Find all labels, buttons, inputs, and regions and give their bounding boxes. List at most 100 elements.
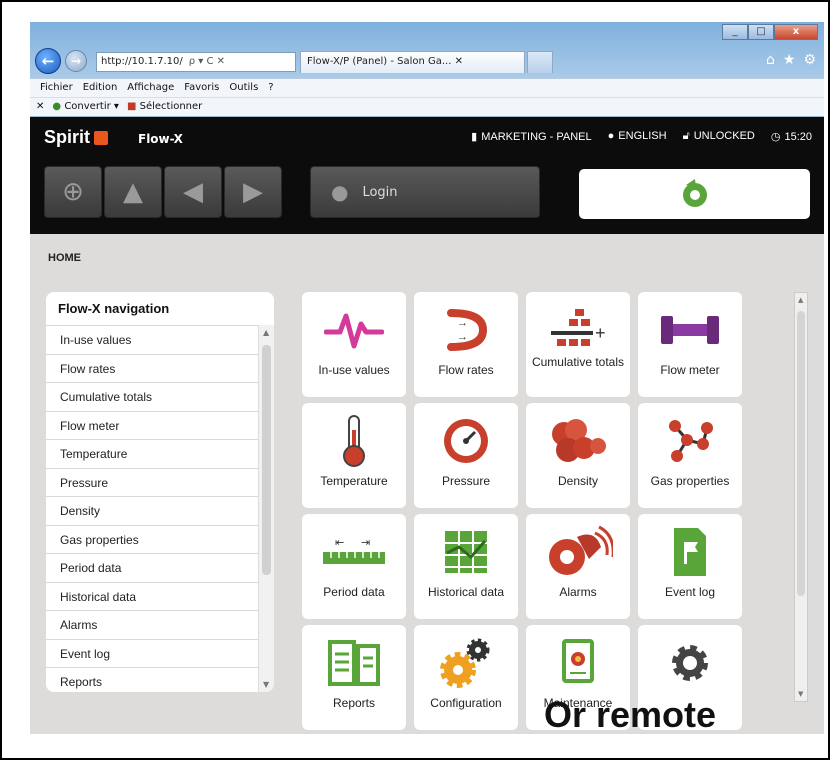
sidebar-item-temperature[interactable]: Temperature	[46, 439, 258, 468]
tile-cumulative-totals[interactable]: + Cumulative totals	[526, 292, 630, 397]
back-button[interactable]: ◀	[164, 166, 222, 218]
lock-label: UNLOCKED	[693, 130, 755, 142]
heartbeat-icon	[319, 302, 389, 358]
screenshot-frame: _ □ x ← → http://10.1.7.10/ ρ ▾ C ✕ Flow…	[0, 0, 830, 760]
arrow-up-icon: ▲	[123, 177, 143, 207]
historical-data-icon	[431, 524, 501, 580]
tile-flow-meter[interactable]: Flow meter	[638, 292, 742, 397]
address-bar[interactable]: http://10.1.7.10/ ρ ▾ C ✕	[96, 52, 296, 72]
globe-button[interactable]: ⊕	[44, 166, 102, 218]
sidebar-item-flow-meter[interactable]: Flow meter	[46, 410, 258, 440]
sidebar-item-reports[interactable]: Reports	[46, 667, 258, 692]
minimize-button[interactable]: _	[722, 24, 748, 40]
sidebar-item-historical-data[interactable]: Historical data	[46, 581, 258, 611]
sidebar-scrollbar[interactable]: ▲ ▼	[258, 325, 274, 692]
menu-affichage[interactable]: Affichage	[127, 79, 174, 97]
menu-help[interactable]: ?	[268, 79, 273, 97]
select-button[interactable]: ■ Sélectionner	[127, 98, 202, 116]
scroll-down-icon[interactable]: ▼	[263, 680, 269, 689]
forward-button[interactable]: ▶	[224, 166, 282, 218]
up-button[interactable]: ▲	[104, 166, 162, 218]
product-name: Flow-X	[138, 132, 183, 146]
sidebar-item-flow-rates[interactable]: Flow rates	[46, 353, 258, 383]
close-window-button[interactable]: x	[774, 24, 818, 40]
tile-label: Period data	[323, 585, 385, 599]
tile-density[interactable]: Density	[526, 403, 630, 508]
back-arrow-icon[interactable]: ←	[35, 48, 61, 74]
tile-historical-data[interactable]: Historical data	[414, 514, 518, 619]
login-button[interactable]: ● Login	[310, 166, 540, 218]
login-label: Login	[362, 184, 398, 200]
browser-toolbar-icons: ⌂ ★ ⚙	[766, 52, 816, 68]
tile-label: Pressure	[441, 474, 491, 488]
tile-configuration[interactable]: Configuration	[414, 625, 518, 730]
sidebar-item-density[interactable]: Density	[46, 496, 258, 525]
svg-text:+: +	[595, 323, 606, 343]
refresh-icon	[682, 179, 707, 207]
language-status[interactable]: ● ENGLISH	[608, 130, 667, 143]
panel-status: ▮ MARKETING - PANEL	[471, 130, 592, 143]
tile-reports[interactable]: Reports	[302, 625, 406, 730]
tile-alarms[interactable]: Alarms	[526, 514, 630, 619]
new-tab-button[interactable]	[527, 51, 553, 73]
sidebar-title: Flow-X navigation	[58, 301, 170, 316]
settings-gear-icon	[655, 635, 725, 691]
user-icon: ●	[331, 180, 349, 204]
flow-meter-icon	[655, 302, 725, 358]
menu-favoris[interactable]: Favoris	[184, 79, 219, 97]
tile-pressure[interactable]: Pressure	[414, 403, 518, 508]
thermometer-icon	[319, 413, 389, 469]
lock-status[interactable]: 🔓︎ UNLOCKED	[683, 130, 755, 143]
tile-event-log[interactable]: Event log	[638, 514, 742, 619]
breadcrumb[interactable]: HOME	[48, 252, 81, 264]
tools-gear-icon[interactable]: ⚙	[803, 52, 816, 68]
tab-close-icon[interactable]: ✕	[455, 56, 463, 67]
address-text: http://10.1.7.10/	[101, 56, 183, 67]
scroll-up-icon[interactable]: ▲	[263, 328, 269, 337]
overlay-caption: Or remote	[544, 694, 717, 735]
sidebar-item-in-use-values[interactable]: In-use values	[46, 325, 258, 354]
logo-text: Spirit	[44, 127, 91, 147]
forward-arrow-icon[interactable]: →	[65, 50, 87, 72]
clock-status: ◷ 15:20	[771, 130, 812, 143]
cumulative-totals-icon: +	[543, 302, 613, 358]
arrow-right-icon: ▶	[243, 177, 263, 207]
status-bar: ▮ MARKETING - PANEL ● ENGLISH 🔓︎ UNLOCKED ◷…	[471, 130, 812, 143]
sidebar-item-period-data[interactable]: Period data	[46, 553, 258, 582]
tile-temperature[interactable]: Temperature	[302, 403, 406, 508]
tile-gas-properties[interactable]: Gas properties	[638, 403, 742, 508]
browser-tab[interactable]: Flow-X/P (Panel) - Salon Ga... ✕	[300, 51, 525, 73]
maximize-button[interactable]: □	[748, 24, 774, 40]
sidebar-item-pressure[interactable]: Pressure	[46, 467, 258, 497]
svg-text:⇥: ⇥	[361, 537, 370, 549]
event-log-icon	[655, 524, 725, 580]
menu-outils[interactable]: Outils	[229, 79, 258, 97]
menu-edition[interactable]: Edition	[83, 79, 118, 97]
command-bar-close-icon[interactable]: ✕	[36, 98, 44, 116]
home-icon[interactable]: ⌂	[766, 52, 775, 68]
main-scroll-down-icon[interactable]: ▼	[798, 690, 803, 698]
unlock-icon: 🔓︎	[682, 130, 690, 142]
sidebar-list: In-use values Flow rates Cumulative tota…	[46, 325, 258, 692]
main-scroll-thumb[interactable]	[797, 311, 805, 596]
tile-label: Alarms	[559, 585, 597, 599]
sidebar-item-gas-properties[interactable]: Gas properties	[46, 524, 258, 554]
sidebar-item-alarms[interactable]: Alarms	[46, 610, 258, 639]
sidebar-item-cumulative-totals[interactable]: Cumulative totals	[46, 382, 258, 411]
reports-icon	[319, 635, 389, 691]
tile-period-data[interactable]: ⇤ ⇥ Period data	[302, 514, 406, 619]
tile-flow-rates[interactable]: → → Flow rates	[414, 292, 518, 397]
main-scroll-up-icon[interactable]: ▲	[798, 296, 803, 304]
menu-fichier[interactable]: Fichier	[40, 79, 73, 97]
sidebar-item-event-log[interactable]: Event log	[46, 638, 258, 668]
sidebar-scroll-thumb[interactable]	[262, 345, 271, 575]
main-scrollbar[interactable]: ▲ ▼	[794, 292, 808, 702]
favorites-star-icon[interactable]: ★	[783, 52, 796, 68]
configuration-icon	[431, 635, 501, 691]
panel-icon: ▮	[471, 131, 478, 143]
convert-button[interactable]: ● Convertir ▾	[52, 98, 119, 116]
refresh-home-button[interactable]	[579, 169, 810, 219]
address-controls[interactable]: ρ ▾ C ✕	[189, 53, 225, 71]
tile-in-use-values[interactable]: In-use values	[302, 292, 406, 397]
svg-text:→: →	[457, 331, 468, 343]
